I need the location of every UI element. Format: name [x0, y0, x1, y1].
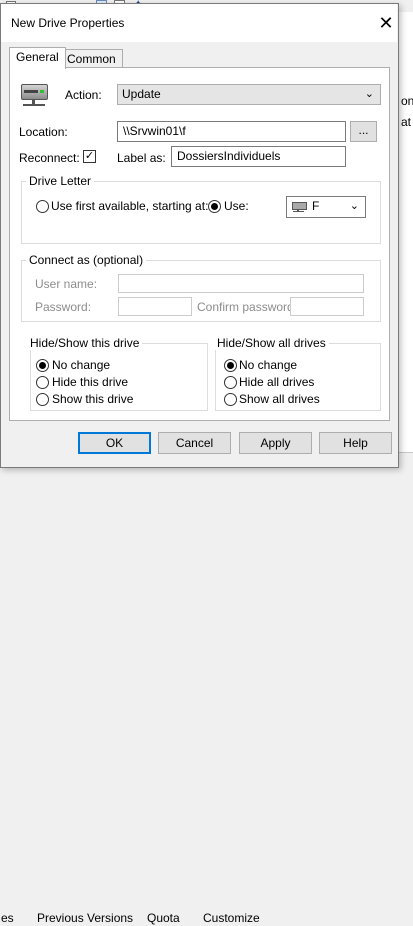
show-all-drives-label: Show all drives	[239, 392, 320, 406]
all-no-change-label: No change	[239, 358, 298, 372]
connect-as-group-label: Connect as (optional)	[26, 253, 147, 267]
drive-map-icon	[20, 82, 48, 108]
reconnect-label: Reconnect:	[19, 151, 80, 165]
action-label: Action:	[65, 88, 102, 102]
background-tab-previous-versions[interactable]: Previous Versions	[33, 910, 137, 926]
browse-button[interactable]: ...	[350, 121, 377, 142]
background-text-fragment: on	[401, 94, 413, 108]
hide-this-drive-label: Hide this drive	[52, 375, 129, 389]
background-text-fragment: at	[401, 115, 412, 129]
hide-this-drive-radio[interactable]	[36, 376, 49, 389]
show-this-drive-label: Show this drive	[52, 392, 134, 406]
all-no-change-radio[interactable]	[224, 359, 237, 372]
use-radio[interactable]	[208, 200, 221, 213]
action-select[interactable]: Update ⌄	[117, 84, 381, 105]
use-first-available-label: Use first available, starting at:	[51, 199, 209, 213]
chevron-down-icon: ⌄	[349, 200, 359, 212]
background-tab-quota[interactable]: Quota	[143, 910, 184, 926]
show-all-drives-radio[interactable]	[224, 393, 237, 406]
confirm-password-input[interactable]	[290, 297, 364, 316]
cancel-button[interactable]: Cancel	[158, 432, 231, 454]
drive-letter-group-label: Drive Letter	[26, 174, 95, 188]
drive-no-change-radio[interactable]	[36, 359, 49, 372]
user-name-input[interactable]	[118, 274, 364, 293]
background-tab[interactable]: es	[0, 910, 18, 926]
ok-button[interactable]: OK	[78, 432, 151, 454]
location-label: Location:	[19, 125, 68, 139]
help-button[interactable]: Help	[319, 432, 392, 454]
hide-all-drives-radio[interactable]	[224, 376, 237, 389]
password-label: Password:	[35, 300, 92, 314]
confirm-password-label: Confirm password:	[197, 300, 298, 314]
show-this-drive-radio[interactable]	[36, 393, 49, 406]
tab-common[interactable]: Common	[60, 49, 123, 68]
chevron-down-icon: ⌄	[364, 88, 374, 100]
hide-show-all-group-label: Hide/Show all drives	[214, 336, 329, 350]
drive-letter-select[interactable]: F ⌄	[286, 196, 366, 218]
password-input[interactable]	[118, 297, 192, 316]
action-value: Update	[122, 87, 161, 101]
drive-letter-value: F	[312, 199, 320, 213]
drive-no-change-label: No change	[52, 358, 111, 372]
tab-general[interactable]: General	[9, 47, 66, 69]
location-input[interactable]: \\Srvwin01\f	[117, 121, 346, 142]
drive-icon	[292, 201, 307, 213]
use-label: Use:	[224, 199, 249, 213]
label-as-input[interactable]: DossiersIndividuels	[171, 146, 346, 167]
background-tab-customize[interactable]: Customize	[199, 910, 264, 926]
user-name-label: User name:	[35, 277, 98, 291]
reconnect-checkbox[interactable]: ✓	[83, 150, 96, 163]
dialog-title: New Drive Properties	[11, 16, 125, 30]
close-icon[interactable]: ✕	[372, 10, 400, 36]
hide-show-drive-group-label: Hide/Show this drive	[27, 336, 143, 350]
hide-all-drives-label: Hide all drives	[239, 375, 315, 389]
background-panel: on at	[398, 12, 413, 477]
use-first-available-radio[interactable]	[36, 200, 49, 213]
label-as-label: Label as:	[117, 151, 166, 165]
apply-button[interactable]: Apply	[239, 432, 312, 454]
